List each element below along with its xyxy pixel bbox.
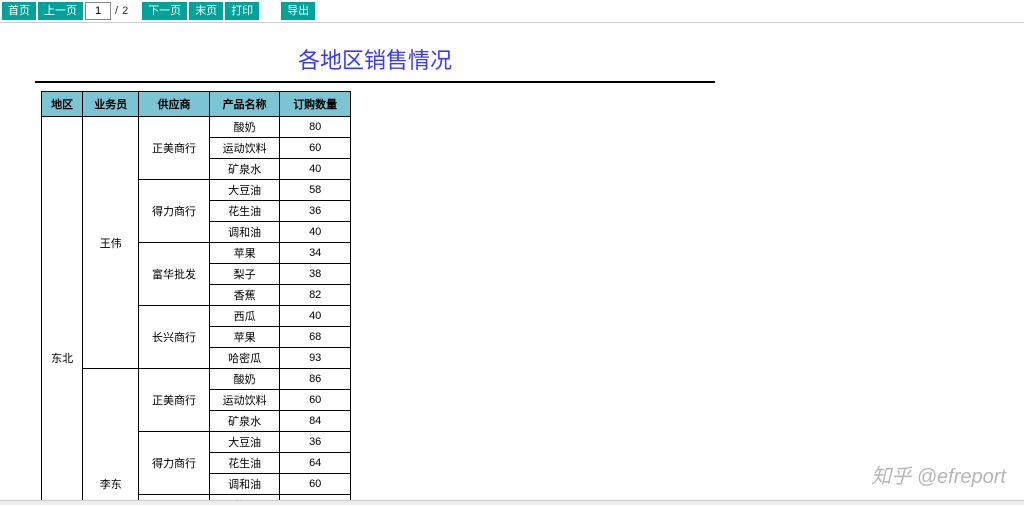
cell-qty: 93 (280, 348, 351, 369)
cell-region: 东北 (42, 117, 83, 501)
cell-product: 大豆油 (209, 432, 280, 453)
cell-product: 酸奶 (209, 117, 280, 138)
next-page-button[interactable]: 下一页 (142, 2, 187, 20)
cell-product: 调和油 (209, 474, 280, 495)
cell-product: 苹果 (209, 495, 280, 501)
col-qty: 订购数量 (280, 92, 351, 117)
col-product: 产品名称 (209, 92, 280, 117)
cell-qty: 64 (280, 453, 351, 474)
cell-product: 运动饮料 (209, 138, 280, 159)
cell-product: 西瓜 (209, 306, 280, 327)
col-region: 地区 (42, 92, 83, 117)
cell-product: 花生油 (209, 201, 280, 222)
cell-qty: 80 (280, 117, 351, 138)
col-person: 业务员 (83, 92, 139, 117)
cell-product: 调和油 (209, 222, 280, 243)
cell-product: 矿泉水 (209, 411, 280, 432)
cell-qty: 40 (280, 159, 351, 180)
cell-qty: 36 (280, 432, 351, 453)
cell-supplier: 得力商行 (139, 432, 210, 495)
cell-qty: 60 (280, 138, 351, 159)
cell-supplier: 富华批发 (139, 495, 210, 501)
status-bar (0, 500, 1024, 505)
first-page-button[interactable]: 首页 (2, 2, 36, 20)
cell-qty: 60 (280, 390, 351, 411)
cell-qty: 34 (280, 243, 351, 264)
cell-supplier: 正美商行 (139, 369, 210, 432)
cell-product: 哈密瓜 (209, 348, 280, 369)
table-row: 李东正美商行酸奶86 (42, 369, 351, 390)
page-total: 2 (122, 5, 132, 17)
title-rule (35, 81, 715, 83)
cell-qty: 58 (280, 180, 351, 201)
cell-qty: 40 (280, 222, 351, 243)
print-button[interactable]: 打印 (225, 2, 259, 20)
last-page-button[interactable]: 末页 (189, 2, 223, 20)
cell-supplier: 长兴商行 (139, 306, 210, 369)
cell-product: 大豆油 (209, 180, 280, 201)
cell-qty: 32 (280, 495, 351, 501)
page-separator: / (113, 5, 120, 17)
cell-qty: 86 (280, 369, 351, 390)
report-table: 地区 业务员 供应商 产品名称 订购数量 东北王伟正美商行酸奶80运动饮料60矿… (41, 91, 351, 500)
cell-product: 香蕉 (209, 285, 280, 306)
cell-person: 王伟 (83, 117, 139, 369)
cell-supplier: 得力商行 (139, 180, 210, 243)
cell-product: 矿泉水 (209, 159, 280, 180)
col-supplier: 供应商 (139, 92, 210, 117)
cell-supplier: 正美商行 (139, 117, 210, 180)
cell-qty: 82 (280, 285, 351, 306)
cell-product: 苹果 (209, 327, 280, 348)
cell-product: 花生油 (209, 453, 280, 474)
prev-page-button[interactable]: 上一页 (38, 2, 83, 20)
cell-supplier: 富华批发 (139, 243, 210, 306)
cell-product: 梨子 (209, 264, 280, 285)
cell-qty: 40 (280, 306, 351, 327)
cell-qty: 60 (280, 474, 351, 495)
toolbar: 首页 上一页 / 2 下一页 末页 打印 导出 (0, 0, 1024, 23)
report-title: 各地区销售情况 (35, 43, 715, 75)
cell-person: 李东 (83, 369, 139, 501)
report-viewer[interactable]: 各地区销售情况 地区 业务员 供应商 产品名称 订购数量 东北王伟正美商行酸奶8… (0, 23, 1024, 500)
cell-qty: 68 (280, 327, 351, 348)
export-button[interactable]: 导出 (281, 2, 315, 20)
table-row: 东北王伟正美商行酸奶80 (42, 117, 351, 138)
cell-product: 酸奶 (209, 369, 280, 390)
table-header-row: 地区 业务员 供应商 产品名称 订购数量 (42, 92, 351, 117)
page-indicator: / 2 (85, 2, 132, 20)
cell-qty: 36 (280, 201, 351, 222)
cell-product: 运动饮料 (209, 390, 280, 411)
report-page: 各地区销售情况 地区 业务员 供应商 产品名称 订购数量 东北王伟正美商行酸奶8… (35, 43, 715, 500)
cell-qty: 38 (280, 264, 351, 285)
cell-product: 苹果 (209, 243, 280, 264)
page-number-input[interactable] (85, 2, 111, 20)
cell-qty: 84 (280, 411, 351, 432)
